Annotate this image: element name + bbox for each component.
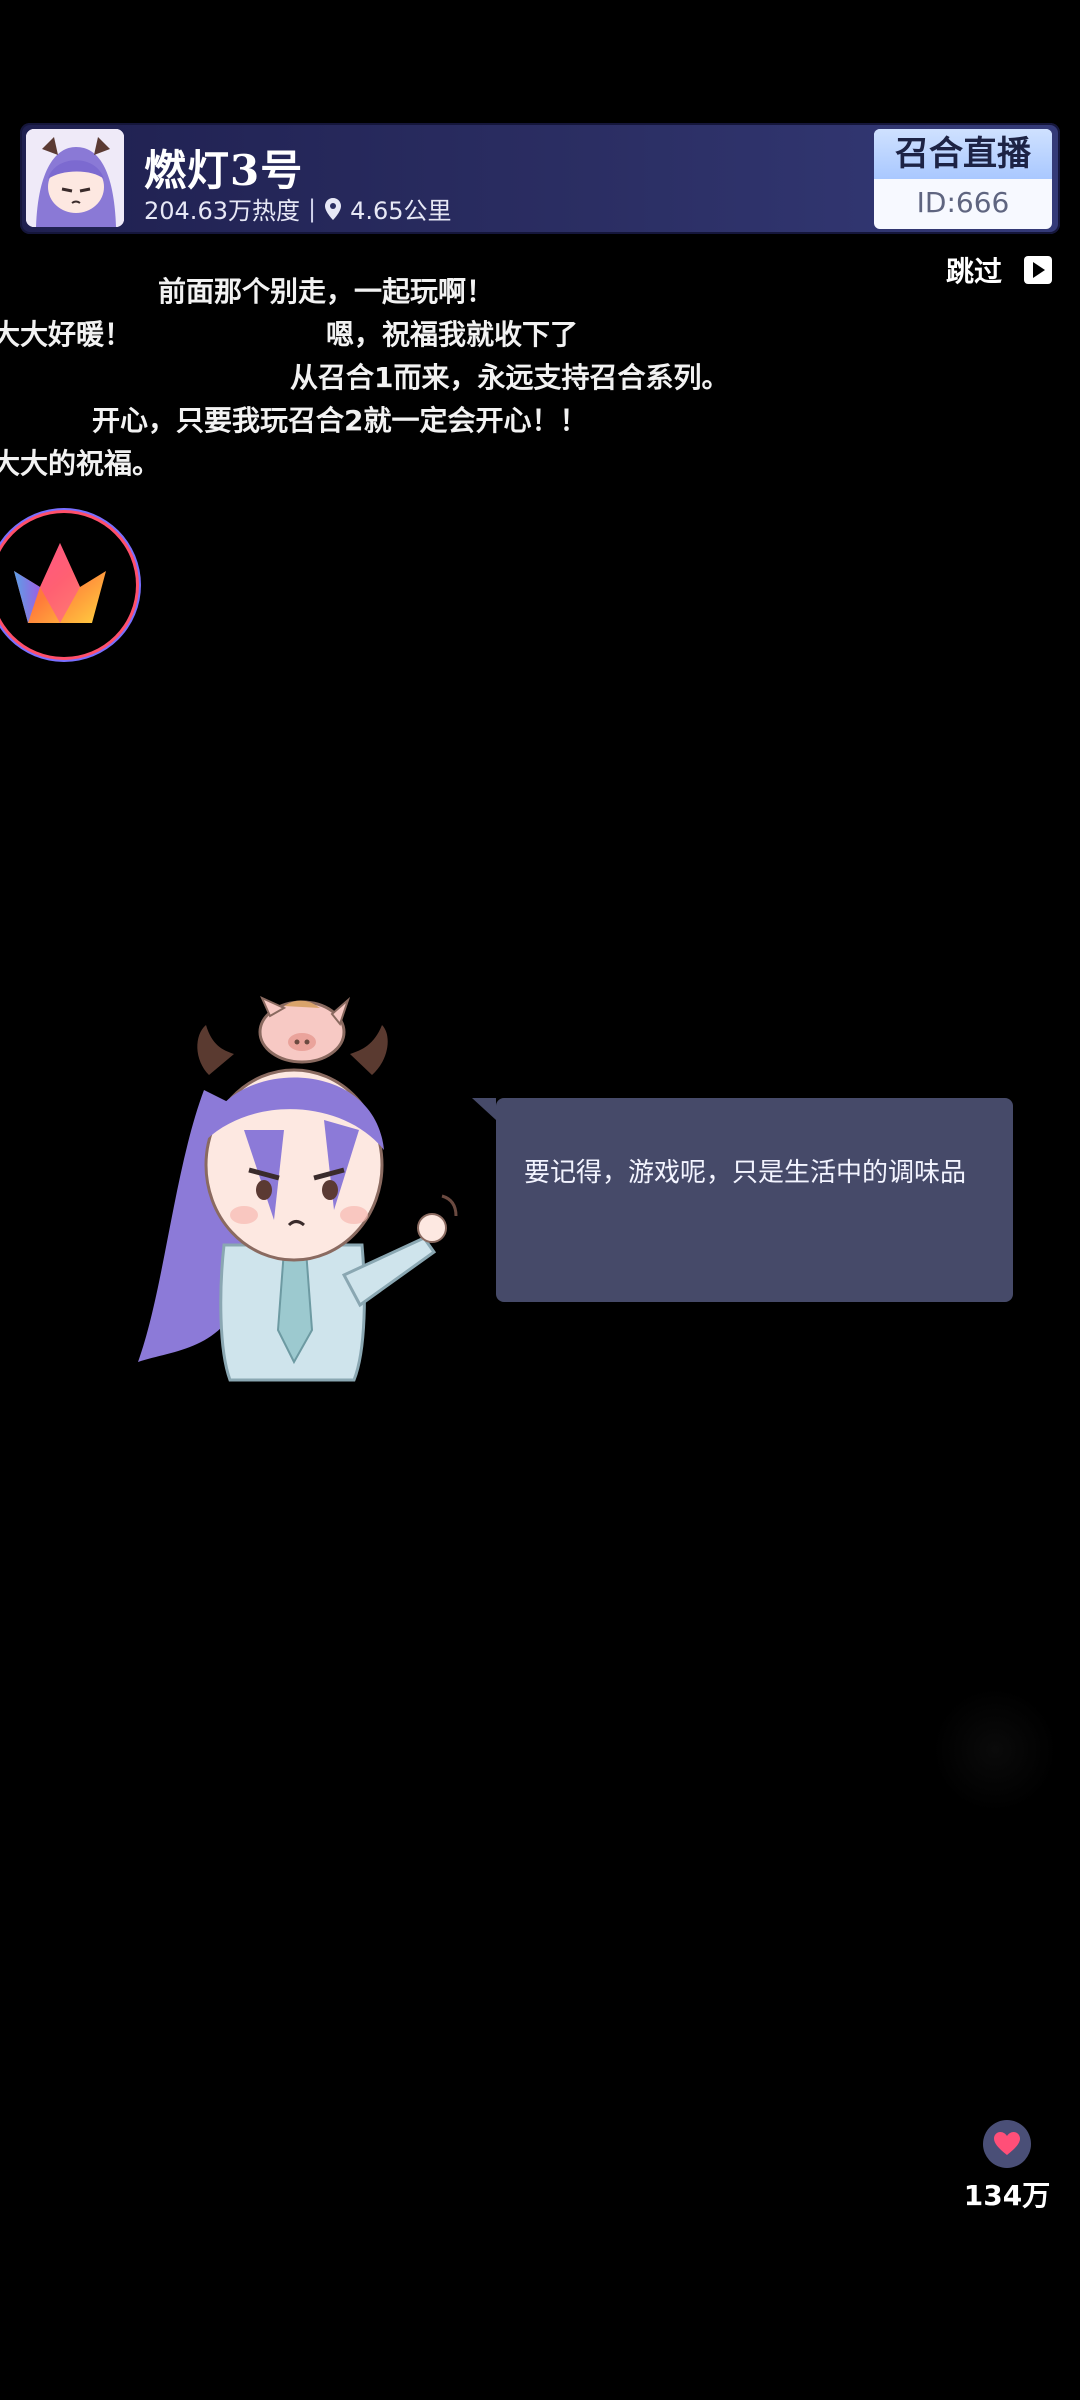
character-illustration: [134, 990, 464, 1390]
brand-badge[interactable]: 召合直播 ID:666: [874, 129, 1052, 229]
streamer-name: 燃灯3号: [144, 146, 304, 195]
streamer-meta: 204.63万热度 | 4.65公里: [144, 191, 452, 226]
danmaku-comment: 大大好暖！: [0, 318, 133, 351]
skip-button[interactable]: 跳过: [946, 250, 1052, 290]
danmaku-comment: 嗯，祝福我就收下了: [326, 318, 579, 351]
danmaku-comment: 从召合1而来，永远支持召合系列。: [290, 361, 730, 394]
like-count: 134万: [963, 2179, 1051, 2212]
like-button[interactable]: 134万: [962, 2120, 1052, 2214]
speech-text: 要记得，游戏呢，只是生活中的调味品: [524, 1158, 967, 1188]
danmaku-comment: 前面那个别走，一起玩啊！: [158, 275, 495, 308]
streamer-avatar[interactable]: [26, 129, 124, 227]
crown-button[interactable]: [0, 513, 136, 657]
meta-separator: |: [307, 194, 317, 223]
faint-overlay: [930, 1690, 1060, 1810]
crown-icon: [14, 543, 106, 623]
heart-icon: [994, 2132, 1020, 2155]
brand-title: 召合直播: [874, 129, 1052, 179]
streamer-card[interactable]: 燃灯3号 204.63万热度 | 4.65公里 召合直播 ID:666: [20, 123, 1060, 234]
play-icon: [1024, 256, 1052, 284]
danmaku-comment: 大大的祝福。: [0, 447, 161, 480]
heat-text: 204.63万热度: [144, 197, 300, 225]
location-pin-icon: [325, 197, 342, 220]
room-id: ID:666: [916, 186, 1010, 219]
speech-bubble: 要记得，游戏呢，只是生活中的调味品: [472, 1098, 1013, 1302]
danmaku-comment: 开心，只要我玩召合2就一定会开心！！: [92, 404, 588, 437]
skip-label: 跳过: [945, 255, 1002, 288]
distance-text: 4.65公里: [350, 197, 452, 225]
like-circle[interactable]: [983, 2120, 1031, 2168]
